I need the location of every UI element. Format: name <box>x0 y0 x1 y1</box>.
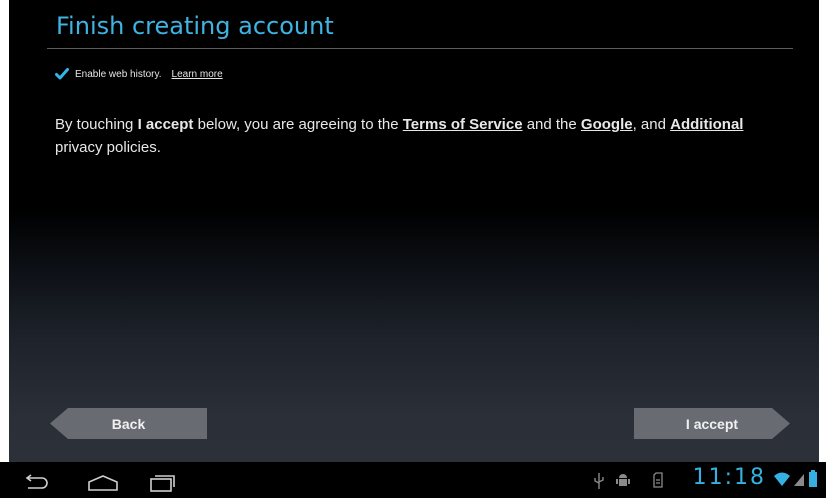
agreement-text-part5: privacy policies. <box>55 139 161 156</box>
usb-icon <box>594 473 604 489</box>
agreement-text-part2: below, you are agreeing to the <box>193 116 403 133</box>
accept-button[interactable]: I accept <box>634 408 790 439</box>
home-icon[interactable] <box>87 474 119 492</box>
terms-of-service-link[interactable]: Terms of Service <box>403 116 523 133</box>
web-history-checkbox[interactable] <box>55 67 69 81</box>
agreement-text-part1: By touching <box>55 116 138 133</box>
back-icon[interactable] <box>22 474 50 492</box>
battery-icon <box>809 470 817 487</box>
web-history-row: Enable web history. Learn more <box>55 67 223 81</box>
agreement-text-part4: , and <box>632 116 671 133</box>
recent-apps-icon[interactable] <box>148 474 176 492</box>
back-button-label: Back <box>111 415 146 432</box>
accept-button-label: I accept <box>685 415 739 432</box>
sd-card-icon <box>653 472 663 488</box>
web-history-label: Enable web history. <box>75 68 162 80</box>
screen-border-right <box>819 0 826 462</box>
learn-more-link[interactable]: Learn more <box>172 69 223 80</box>
android-debug-icon <box>616 474 630 486</box>
screen-border-left <box>0 0 9 462</box>
setup-screen: Finish creating account Enable web histo… <box>0 0 826 462</box>
additional-privacy-link[interactable]: Additional <box>670 116 743 133</box>
agreement-text: By touching I accept below, you are agre… <box>55 113 785 159</box>
accept-word: I accept <box>137 116 194 133</box>
checkmark-icon <box>55 68 69 80</box>
title-divider <box>47 48 793 49</box>
signal-icon <box>794 474 804 486</box>
page-title: Finish creating account <box>56 12 334 40</box>
wifi-icon <box>774 472 790 486</box>
status-clock: 11:18 <box>692 465 766 490</box>
agreement-text-part3: and the <box>522 116 581 133</box>
google-privacy-link[interactable]: Google <box>581 116 633 133</box>
back-button[interactable]: Back <box>50 408 207 439</box>
